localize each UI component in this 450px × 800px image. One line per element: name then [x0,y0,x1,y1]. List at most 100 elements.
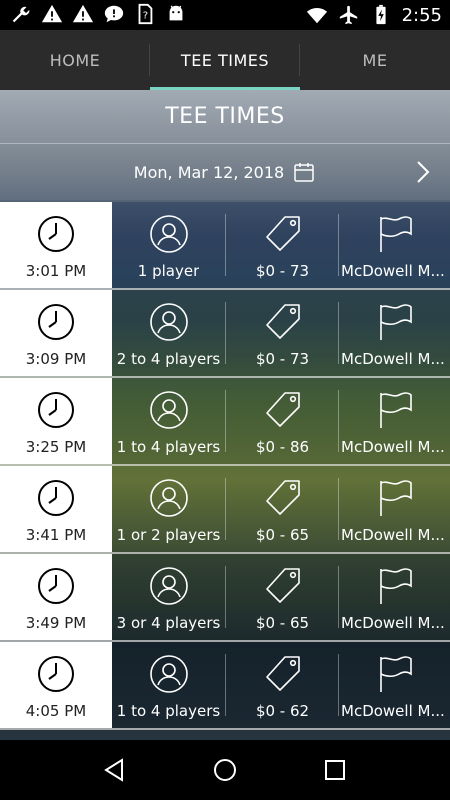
price-label: $0 - 73 [255,350,310,368]
tab-bar: HOME TEE TIMES ME [0,30,450,90]
price-tag-icon [265,392,300,427]
user-icon [149,215,188,253]
price-cell[interactable]: $0 - 73 [226,202,339,288]
flag-icon [379,568,412,604]
course-label: McDowell M... [341,350,445,368]
tee-time: 3:41 PM [25,526,87,544]
tab-me-label: ME [362,50,388,70]
course-label: McDowell M... [341,262,445,280]
flag-icon [379,480,412,516]
back-icon[interactable] [102,757,128,783]
tee-times-list: 3:01 PM 1 player $0 - 73 McDowell M... 3:09 … [0,202,450,730]
row-divider [0,728,450,730]
course-cell[interactable]: McDowell M... [339,466,450,552]
warning-icon [41,4,63,23]
price-label: $0 - 86 [255,438,310,456]
price-label: $0 - 73 [255,262,310,280]
price-cell[interactable]: $0 - 65 [226,466,339,552]
tee-time-row[interactable]: 3:09 PM 2 to 4 players $0 - 73 McDowell M..… [0,290,450,378]
course-label: McDowell M... [341,438,445,456]
course-cell[interactable]: McDowell M... [339,554,450,640]
price-cell[interactable]: $0 - 62 [226,642,339,728]
tee-time-row[interactable]: 3:25 PM 1 to 4 players $0 - 86 McDowell M..… [0,378,450,466]
clock-icon [38,568,74,604]
date-selector[interactable]: Mon, Mar 12, 2018 [0,144,450,200]
price-tag-icon [265,216,300,251]
unknown-sim-icon: ? [138,3,153,25]
tee-time-row[interactable]: 3:01 PM 1 player $0 - 73 McDowell M... [0,202,450,290]
price-tag-icon [265,480,300,515]
tee-time: 4:05 PM [25,702,87,720]
price-label: $0 - 62 [255,702,310,720]
clock-icon [38,480,74,516]
players-label: 3 or 4 players [116,614,221,632]
warning-icon [72,4,94,23]
tab-tee-times[interactable]: TEE TIMES [150,30,300,90]
svg-text:?: ? [143,11,148,22]
status-bar: ? 2:55 [0,0,450,30]
system-nav-bar [0,740,450,800]
tab-me[interactable]: ME [300,30,450,90]
course-label: McDowell M... [341,702,445,720]
price-cell[interactable]: $0 - 86 [226,378,339,464]
time-cell[interactable]: 3:41 PM [0,466,112,552]
android-icon [169,5,183,21]
time-cell[interactable]: 3:25 PM [0,378,112,464]
players-label: 1 to 4 players [116,702,221,720]
tab-tee-times-label: TEE TIMES [180,50,270,70]
tab-home[interactable]: HOME [0,30,150,90]
flag-icon [379,392,412,428]
chat-alert-icon [104,5,124,23]
selected-date[interactable]: Mon, Mar 12, 2018 [134,163,284,182]
players-cell[interactable]: 1 to 4 players [112,642,225,728]
course-cell[interactable]: McDowell M... [339,642,450,728]
time-cell[interactable]: 3:09 PM [0,290,112,376]
tab-home-label: HOME [49,50,101,70]
tee-time: 3:01 PM [25,262,87,280]
wifi-icon [306,7,327,24]
chevron-right-icon[interactable] [416,160,430,184]
tee-time-row[interactable]: 4:05 PM 1 to 4 players $0 - 62 McDowell M..… [0,642,450,730]
price-tag-icon [265,304,300,339]
players-label: 1 or 2 players [116,526,221,544]
flag-icon [379,656,412,692]
status-left-icons: ? [10,3,187,25]
price-tag-icon [265,656,300,691]
price-label: $0 - 65 [255,614,310,632]
players-cell[interactable]: 1 player [112,202,225,288]
players-cell[interactable]: 3 or 4 players [112,554,225,640]
course-cell[interactable]: McDowell M... [339,378,450,464]
players-cell[interactable]: 1 or 2 players [112,466,225,552]
recents-icon[interactable] [322,757,348,783]
players-label: 1 to 4 players [116,438,221,456]
price-tag-icon [265,568,300,603]
flag-icon [379,304,412,340]
price-cell[interactable]: $0 - 73 [226,290,339,376]
tee-time-row[interactable]: 3:41 PM 1 or 2 players $0 - 65 McDowell M..… [0,466,450,554]
status-time: 2:55 [401,4,442,26]
players-cell[interactable]: 2 to 4 players [112,290,225,376]
wrench-icon [12,6,30,23]
user-icon [149,479,188,517]
course-cell[interactable]: McDowell M... [339,290,450,376]
clock-icon [38,304,74,340]
tee-time: 3:25 PM [25,438,87,456]
airplane-icon [339,5,357,25]
course-label: McDowell M... [341,526,445,544]
clock-icon [38,656,74,692]
time-cell[interactable]: 4:05 PM [0,642,112,728]
calendar-icon[interactable] [292,160,316,184]
tee-time-row[interactable]: 3:49 PM 3 or 4 players $0 - 65 McDowell M..… [0,554,450,642]
home-icon[interactable] [212,757,238,783]
tee-time: 3:09 PM [25,350,87,368]
user-icon [149,303,188,341]
course-cell[interactable]: McDowell M... [339,202,450,288]
time-cell[interactable]: 3:49 PM [0,554,112,640]
battery-icon [375,4,386,25]
time-cell[interactable]: 3:01 PM [0,202,112,288]
players-cell[interactable]: 1 to 4 players [112,378,225,464]
course-label: McDowell M... [341,614,445,632]
status-right-icons: 2:55 [306,0,442,30]
price-cell[interactable]: $0 - 65 [226,554,339,640]
user-icon [149,567,188,605]
